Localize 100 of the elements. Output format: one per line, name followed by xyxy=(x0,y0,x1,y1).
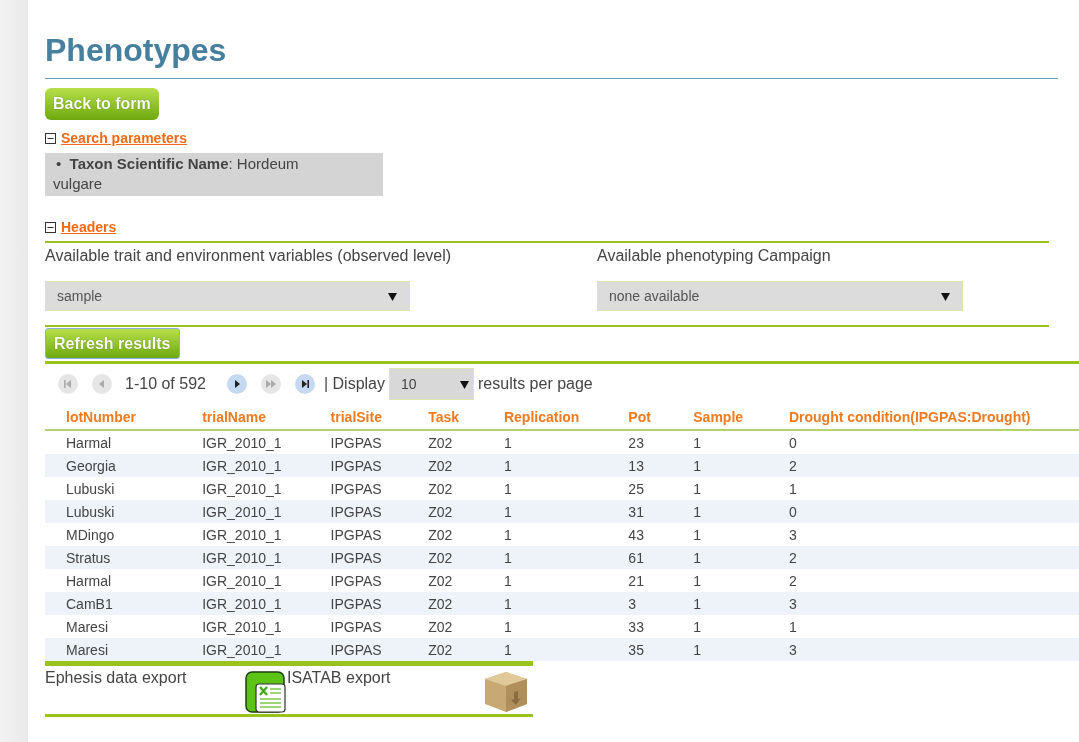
table-cell: 1 xyxy=(503,595,512,612)
table-cell: Harmal xyxy=(66,572,112,589)
column-header[interactable]: lotNumber xyxy=(45,404,203,430)
back-button[interactable]: Back to form xyxy=(45,88,159,120)
table-cell: 2 xyxy=(788,457,797,474)
table-cell: 1 xyxy=(693,480,702,497)
table-cell: 3 xyxy=(628,595,637,612)
dropdown-arrow-icon xyxy=(460,379,469,389)
table-cell: Z02 xyxy=(428,641,453,658)
refresh-button[interactable]: Refresh results xyxy=(45,328,180,359)
table-cell: IPGPAS xyxy=(330,572,382,589)
table-cell: 1 xyxy=(693,549,702,566)
spreadsheet-icon[interactable] xyxy=(245,671,287,713)
table-cell: IGR_2010_1 xyxy=(202,434,282,451)
display-label: | Display xyxy=(323,375,385,393)
table-cell: 1 xyxy=(503,434,512,451)
table-cell: 31 xyxy=(628,503,644,520)
collapse-icon[interactable] xyxy=(45,132,56,144)
column-header[interactable]: Sample xyxy=(693,404,789,430)
table-cell: CamB1 xyxy=(66,595,113,612)
column-header[interactable]: Task xyxy=(428,404,504,430)
table-cell: IPGPAS xyxy=(330,618,382,635)
table-cell: 1 xyxy=(693,457,702,474)
table-cell: 1 xyxy=(503,618,512,635)
table-cell: 1 xyxy=(693,503,702,520)
headers-link[interactable]: Headers xyxy=(61,219,117,235)
column-header[interactable]: Drought condition(IPGPAS:Drought) xyxy=(788,404,1079,430)
table-cell: Lubuski xyxy=(66,480,115,497)
table-cell: Z02 xyxy=(428,480,453,497)
table-cell: 35 xyxy=(628,641,644,658)
results-per-page-label: results per page xyxy=(478,375,593,393)
last-page-icon[interactable] xyxy=(294,374,315,394)
table-cell: 1 xyxy=(693,618,702,635)
page-size-dropdown[interactable]: 10 xyxy=(389,368,474,400)
table-cell: IGR_2010_1 xyxy=(202,618,282,635)
table-cell: IGR_2010_1 xyxy=(202,457,282,474)
column-header[interactable]: Pot xyxy=(628,404,694,430)
column-header[interactable]: trialSite xyxy=(330,404,429,430)
page-title: Phenotypes xyxy=(45,32,228,68)
table-cell: 1 xyxy=(503,480,512,497)
table-cell: 0 xyxy=(788,434,797,451)
table-cell: Z02 xyxy=(428,457,453,474)
table-cell: Lubuski xyxy=(66,503,115,520)
table-cell: Z02 xyxy=(428,595,453,612)
table-cell: IGR_2010_1 xyxy=(202,641,282,658)
table-cell: IGR_2010_1 xyxy=(202,480,282,497)
table-cell: Harmal xyxy=(66,434,112,451)
column-header[interactable]: trialName xyxy=(202,404,331,430)
column-header[interactable]: Replication xyxy=(503,404,629,430)
table-cell: IPGPAS xyxy=(330,434,382,451)
table-cell: 1 xyxy=(788,618,797,635)
table-cell: 3 xyxy=(788,641,797,658)
table-cell: IPGPAS xyxy=(330,549,382,566)
table-cell: Maresi xyxy=(66,618,108,635)
table-cell: 23 xyxy=(628,434,644,451)
search-parameters-link[interactable]: Search parameters xyxy=(61,130,188,146)
table-cell: Z02 xyxy=(428,549,453,566)
table-cell: 1 xyxy=(503,503,512,520)
table-cell: 1 xyxy=(788,480,797,497)
table-cell: Georgia xyxy=(66,457,116,474)
table-cell: 1 xyxy=(693,595,702,612)
dropdown[interactable]: none available xyxy=(597,281,963,311)
table-cell: 2 xyxy=(788,549,797,566)
table-cell: 2 xyxy=(788,572,797,589)
export-label: Ephesis data export xyxy=(45,669,188,687)
table-cell: IPGPAS xyxy=(330,641,382,658)
page-range: 1-10 of 592 xyxy=(125,375,206,393)
collapse-icon[interactable] xyxy=(45,221,56,233)
table-cell: 33 xyxy=(628,618,644,635)
table-cell: 1 xyxy=(693,572,702,589)
table-cell: IGR_2010_1 xyxy=(202,503,282,520)
dropdown-arrow-icon xyxy=(941,291,950,301)
search-parameter: • Taxon Scientific Name: Hordeum vulgare xyxy=(53,154,300,194)
table-cell: IGR_2010_1 xyxy=(202,572,282,589)
table-cell: IGR_2010_1 xyxy=(202,549,282,566)
box-icon[interactable] xyxy=(483,670,529,714)
table-cell: 61 xyxy=(628,549,644,566)
table-cell: 1 xyxy=(503,526,512,543)
table-cell: IGR_2010_1 xyxy=(202,595,282,612)
table-cell: 21 xyxy=(628,572,644,589)
table-cell: Z02 xyxy=(428,572,453,589)
table-cell: IPGPAS xyxy=(330,503,382,520)
dropdown[interactable]: sample xyxy=(45,281,410,311)
select-label: Available trait and environment variables (observed level) xyxy=(45,246,453,266)
table-cell: IGR_2010_1 xyxy=(202,526,282,543)
table-cell: IPGPAS xyxy=(330,480,382,497)
table-cell: 1 xyxy=(693,434,702,451)
select-label: Available phenotyping Campaign xyxy=(597,246,832,266)
table-cell: Z02 xyxy=(428,503,453,520)
table-cell: 1 xyxy=(503,641,512,658)
next-page-icon[interactable] xyxy=(226,374,247,394)
table-cell: 0 xyxy=(788,503,797,520)
dropdown-arrow-icon xyxy=(388,291,397,301)
table-cell: IPGPAS xyxy=(330,526,382,543)
table-cell: Z02 xyxy=(428,618,453,635)
table-cell: 25 xyxy=(628,480,644,497)
table-cell: 1 xyxy=(503,457,512,474)
table-cell: 43 xyxy=(628,526,644,543)
table-cell: 1 xyxy=(503,572,512,589)
table-cell: 13 xyxy=(628,457,644,474)
